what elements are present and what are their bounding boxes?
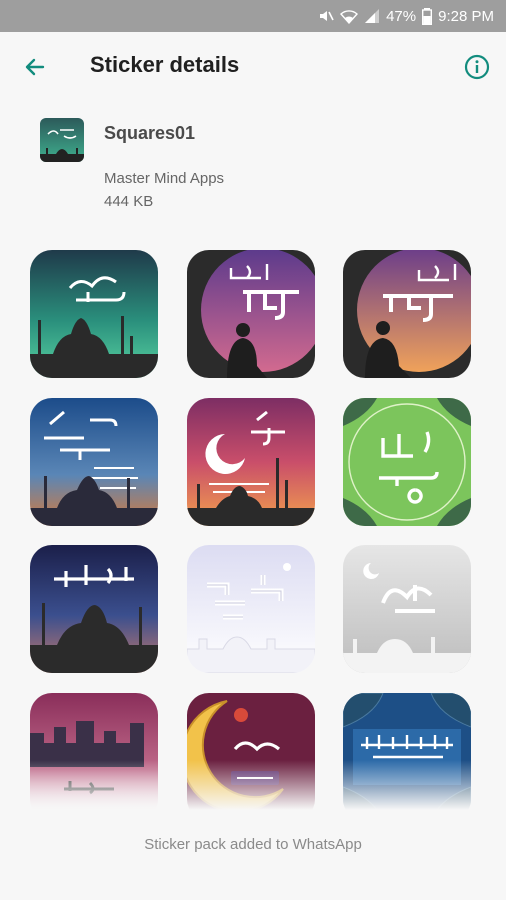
pack-tray-icon (40, 118, 84, 162)
wifi-icon (340, 8, 359, 24)
sticker-item[interactable] (30, 545, 158, 673)
pack-header: Squares01 Master Mind Apps 444 KB (0, 100, 506, 230)
signal-icon (364, 8, 380, 24)
back-button[interactable] (20, 52, 50, 82)
mute-icon (318, 8, 334, 24)
sticker-item[interactable] (30, 693, 158, 810)
sticker-item[interactable] (187, 545, 315, 673)
status-bar: 47% 9:28 PM (0, 0, 506, 32)
arrow-left-icon (25, 58, 45, 76)
sticker-item[interactable] (343, 250, 471, 378)
sticker-item[interactable] (30, 250, 158, 378)
pack-size: 444 KB (104, 193, 154, 210)
sticker-item[interactable] (343, 693, 471, 810)
pack-publisher: Master Mind Apps (104, 170, 225, 187)
sticker-item[interactable] (187, 398, 315, 526)
info-icon (464, 54, 490, 80)
app-bar: Sticker details (0, 32, 506, 100)
sticker-grid (0, 250, 506, 810)
battery-icon (422, 7, 433, 25)
pack-name: Squares01 (104, 123, 196, 143)
sticker-item[interactable] (343, 398, 471, 526)
battery-percent: 47% (386, 7, 417, 25)
sticker-item[interactable] (30, 398, 158, 526)
clock-time: 9:28 PM (438, 7, 494, 25)
sticker-item[interactable] (187, 693, 315, 810)
info-button[interactable] (462, 52, 492, 82)
sticker-item[interactable] (187, 250, 315, 378)
footer: Sticker pack added to WhatsApp (0, 810, 506, 900)
page-title: Sticker details (90, 52, 240, 77)
added-to-whatsapp-message: Sticker pack added to WhatsApp (144, 836, 362, 853)
sticker-item[interactable] (343, 545, 471, 673)
